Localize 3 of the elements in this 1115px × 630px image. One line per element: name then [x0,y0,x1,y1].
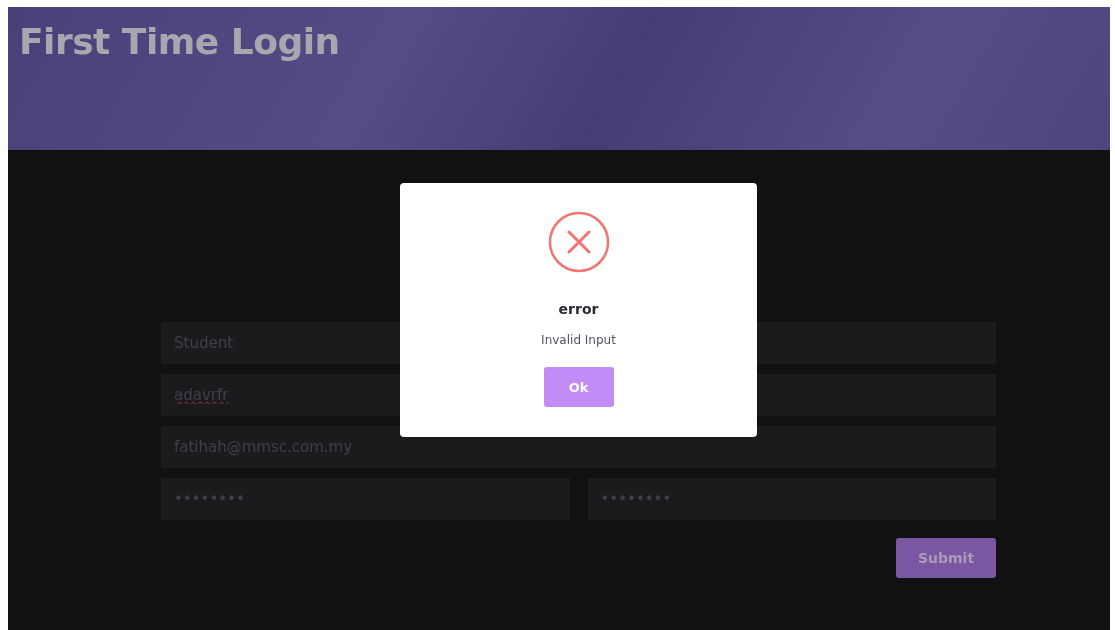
dialog-message: Invalid Input [541,333,616,347]
page-title: First Time Login [19,21,341,62]
dialog-title: error [558,301,599,317]
